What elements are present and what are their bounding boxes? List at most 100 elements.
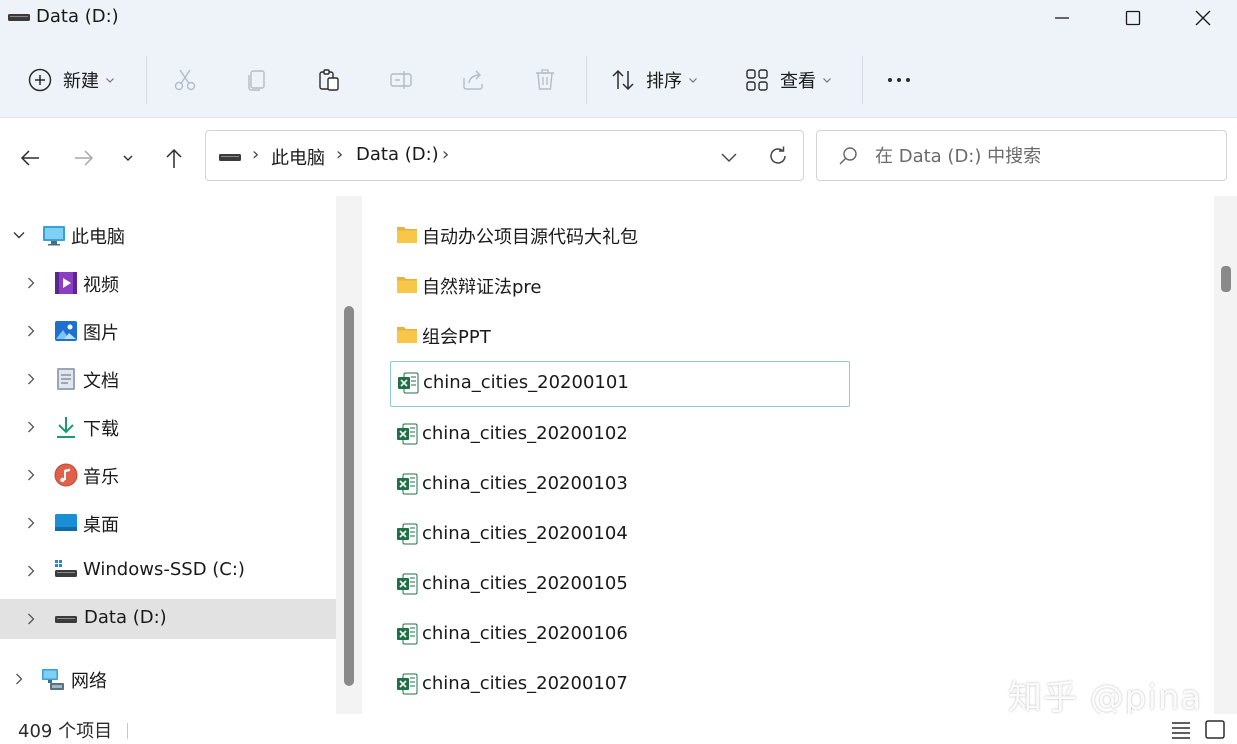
- more-options-button[interactable]: [886, 60, 912, 100]
- folder-icon: [397, 227, 417, 243]
- paste-button[interactable]: [316, 60, 342, 100]
- new-button[interactable]: 新建: [27, 60, 115, 100]
- nav-item-windows-ssd[interactable]: Windows-SSD (C:): [0, 551, 336, 591]
- address-bar[interactable]: › 此电脑 › Data (D:) ›: [205, 130, 804, 181]
- nav-item-downloads[interactable]: 下载: [0, 407, 336, 447]
- nav-item-this-pc[interactable]: 此电脑: [0, 215, 336, 255]
- navigation-pane: 此电脑 视频 图片 文档 下载 音乐 桌面 Windows-SSD (C:) D…: [0, 196, 362, 714]
- share-icon: [463, 70, 483, 90]
- cut-button[interactable]: [172, 60, 198, 100]
- command-bar: 新建 排序 查看: [0, 36, 1237, 118]
- chevron-down-icon[interactable]: [718, 146, 740, 168]
- details-view-icon[interactable]: [1168, 716, 1194, 742]
- chevron-right-icon[interactable]: [24, 564, 38, 578]
- chevron-down-icon[interactable]: [12, 228, 26, 242]
- music-icon: [54, 463, 78, 487]
- nav-item-documents[interactable]: 文档: [0, 359, 336, 399]
- minimize-button[interactable]: [1027, 0, 1097, 36]
- folder-icon: [397, 277, 417, 293]
- list-item[interactable]: china_cities_20200102: [390, 412, 850, 458]
- copy-button[interactable]: [244, 60, 270, 100]
- nav-scrollbar[interactable]: [336, 196, 362, 714]
- maximize-button[interactable]: [1098, 0, 1168, 36]
- list-item[interactable]: 自然辩证法pre: [390, 262, 850, 308]
- chevron-right-icon[interactable]: [24, 420, 38, 434]
- desktop-icon: [55, 514, 77, 531]
- title-bar: Data (D:): [0, 0, 1237, 36]
- video-icon: [55, 272, 77, 294]
- nav-item-data-d[interactable]: Data (D:): [0, 599, 336, 639]
- list-item[interactable]: china_cities_20200107: [390, 662, 850, 708]
- arrow-left-icon: [20, 150, 39, 166]
- nav-item-label: 图片: [83, 323, 119, 344]
- view-button[interactable]: 查看: [744, 60, 832, 100]
- excel-file-icon: [397, 423, 418, 445]
- arrow-up-icon: [166, 148, 182, 168]
- nav-item-label: Data (D:): [84, 607, 167, 628]
- close-icon: [1195, 10, 1211, 26]
- up-button[interactable]: [160, 144, 188, 172]
- tiles-view-icon[interactable]: [1202, 716, 1228, 742]
- chevron-right-icon[interactable]: [12, 672, 26, 686]
- nav-scrollbar-thumb[interactable]: [344, 306, 354, 686]
- forward-button[interactable]: [70, 144, 98, 172]
- chevron-right-icon[interactable]: [24, 612, 38, 626]
- share-button[interactable]: [460, 60, 486, 100]
- list-item[interactable]: 自动办公项目源代码大礼包: [390, 212, 850, 258]
- list-item[interactable]: china_cities_20200101: [390, 361, 850, 407]
- delete-button[interactable]: [532, 60, 558, 100]
- window-title: Data (D:): [36, 6, 119, 27]
- file-list-scrollbar-thumb[interactable]: [1221, 266, 1231, 292]
- more-icon: [888, 78, 910, 82]
- view-label: 查看: [780, 71, 816, 92]
- list-item[interactable]: china_cities_20200103: [390, 462, 850, 508]
- nav-item-network[interactable]: 网络: [0, 659, 336, 699]
- breadcrumb-separator: ›: [336, 144, 344, 165]
- list-item[interactable]: china_cities_20200104: [390, 512, 850, 558]
- nav-item-music[interactable]: 音乐: [0, 455, 336, 495]
- excel-file-icon: [397, 623, 418, 645]
- file-name: china_cities_20200101: [423, 372, 629, 393]
- arrow-right-icon: [75, 150, 94, 166]
- nav-item-videos[interactable]: 视频: [0, 263, 336, 303]
- rename-icon: [390, 71, 412, 89]
- status-bar: 409 个项目: [0, 714, 1237, 744]
- list-item[interactable]: 组会PPT: [390, 312, 850, 358]
- file-list: 自动办公项目源代码大礼包 自然辩证法pre 组会PPT china_cities…: [362, 196, 1214, 714]
- network-icon: [42, 669, 64, 690]
- close-button[interactable]: [1168, 0, 1237, 36]
- plus-circle-icon: [28, 68, 52, 92]
- search-input[interactable]: [875, 143, 1205, 169]
- excel-file-icon: [398, 372, 419, 394]
- rename-button[interactable]: [388, 60, 414, 100]
- scissors-icon: [174, 69, 196, 91]
- maximize-icon: [1125, 10, 1141, 26]
- minimize-icon: [1055, 17, 1069, 19]
- nav-item-label: 文档: [83, 371, 119, 392]
- back-button[interactable]: [16, 144, 44, 172]
- drive-icon: [8, 14, 30, 21]
- chevron-right-icon[interactable]: [24, 372, 38, 386]
- clipboard-icon: [319, 69, 339, 91]
- chevron-right-icon[interactable]: [24, 324, 38, 338]
- breadcrumb-data-d[interactable]: Data (D:): [356, 144, 439, 165]
- chevron-right-icon[interactable]: [24, 516, 38, 530]
- chevron-right-icon[interactable]: [24, 468, 38, 482]
- list-item[interactable]: china_cities_20200106: [390, 612, 850, 658]
- breadcrumb-this-pc[interactable]: 此电脑: [271, 144, 325, 170]
- chevron-right-icon[interactable]: [24, 276, 38, 290]
- refresh-icon[interactable]: [766, 144, 790, 168]
- nav-item-label: 桌面: [83, 515, 119, 536]
- sort-button[interactable]: 排序: [610, 60, 698, 100]
- computer-icon: [43, 226, 65, 246]
- file-name: 自然辩证法pre: [422, 277, 542, 298]
- file-list-scrollbar[interactable]: [1214, 196, 1237, 714]
- nav-item-desktop[interactable]: 桌面: [0, 503, 336, 543]
- search-box[interactable]: [816, 130, 1227, 181]
- recent-locations-button[interactable]: [114, 144, 142, 172]
- nav-item-label: 下载: [83, 419, 119, 440]
- file-name: china_cities_20200103: [422, 473, 628, 494]
- documents-icon: [57, 368, 75, 390]
- nav-item-pictures[interactable]: 图片: [0, 311, 336, 351]
- list-item[interactable]: china_cities_20200105: [390, 562, 850, 608]
